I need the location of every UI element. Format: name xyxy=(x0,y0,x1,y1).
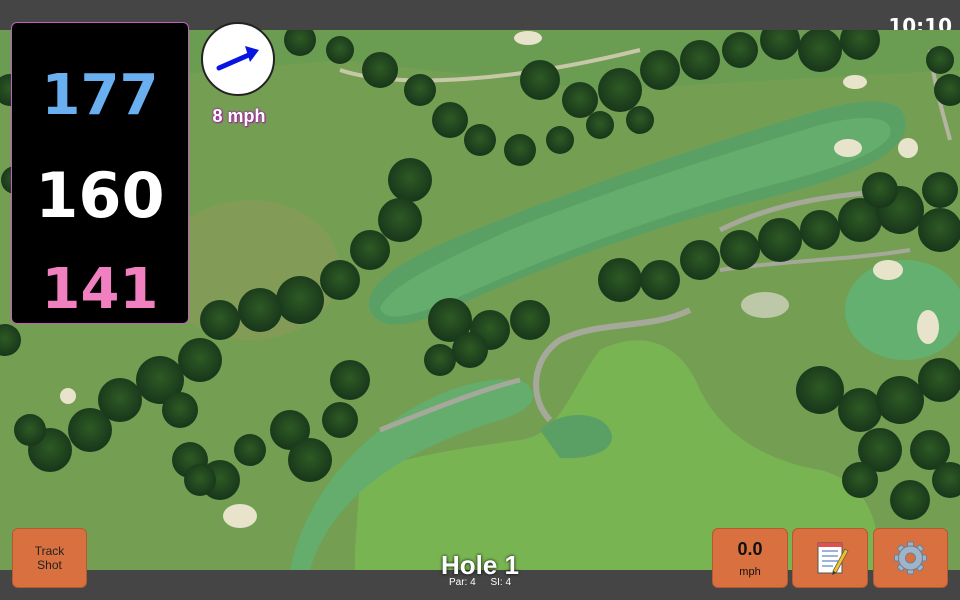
wind-direction-dial xyxy=(201,22,275,96)
yardage-panel: 177 160 141 xyxy=(11,22,189,324)
back-yardage: 177 xyxy=(41,63,159,128)
track-shot-label: Track Shot xyxy=(34,544,65,572)
front-yardage: 141 xyxy=(41,257,159,322)
hole-info: Par: 4 SI: 4 xyxy=(380,577,580,588)
notes-button[interactable] xyxy=(792,528,868,588)
hole-par: Par: 4 xyxy=(448,577,476,588)
speed-button[interactable]: 0.0 mph xyxy=(712,528,788,588)
wind-speed: 8 mph xyxy=(212,106,266,126)
settings-button[interactable] xyxy=(873,528,948,588)
speed-unit: mph xyxy=(739,566,761,578)
hole-stroke-index: SI: 4 xyxy=(490,577,512,588)
track-shot-button[interactable]: Track Shot xyxy=(12,528,87,588)
notepad-icon xyxy=(817,542,849,575)
wind-arrow-icon xyxy=(216,46,259,71)
gear-icon xyxy=(894,541,927,575)
speed-value: 0.0 xyxy=(737,539,763,559)
middle-yardage: 160 xyxy=(35,159,165,232)
